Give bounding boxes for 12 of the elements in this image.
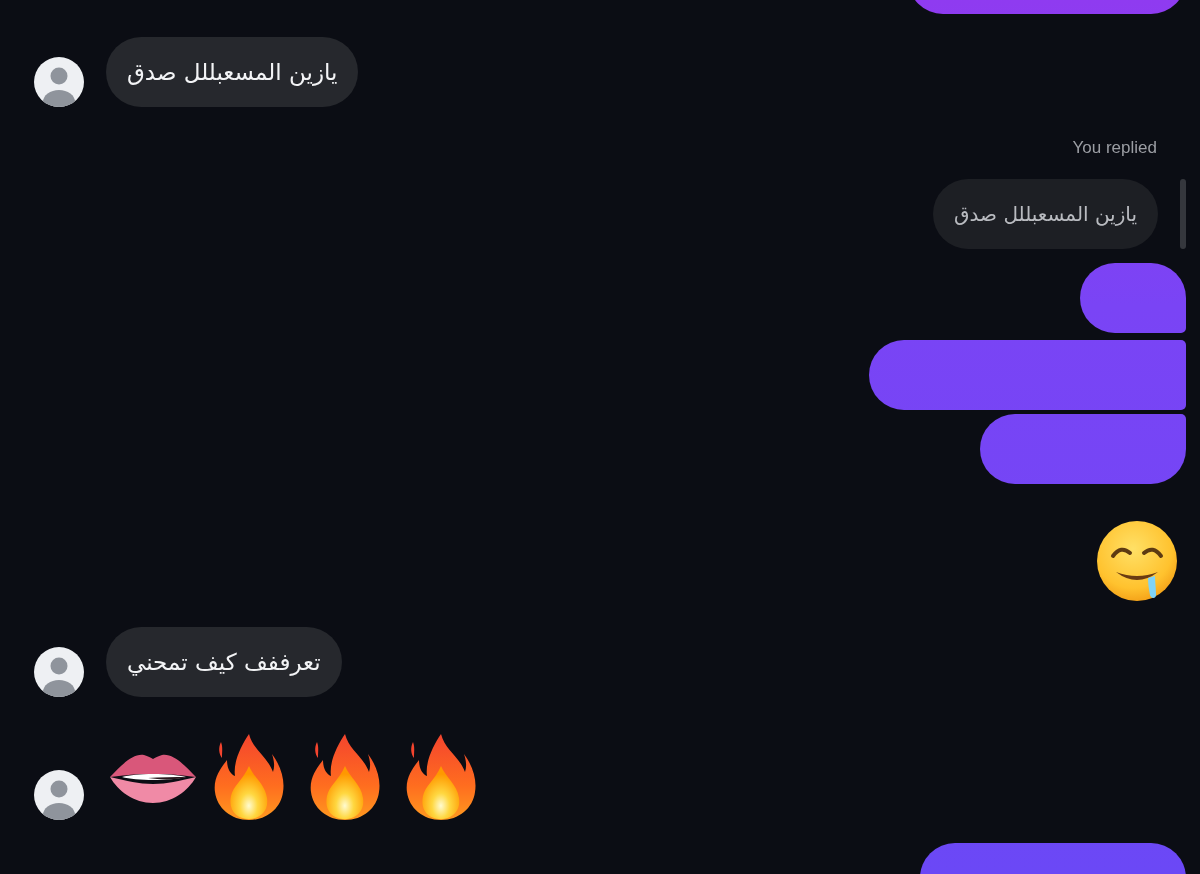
message-bubble: يازين المسعبللل صدق bbox=[106, 37, 359, 107]
quoted-message[interactable]: يازين المسعبللل صدق bbox=[933, 179, 1158, 249]
reply-label: You replied bbox=[1072, 137, 1157, 159]
avatar-icon bbox=[34, 647, 84, 697]
avatar-icon bbox=[34, 770, 84, 820]
fire-icon bbox=[309, 732, 381, 820]
avatar-icon bbox=[34, 57, 84, 107]
fire-icon bbox=[405, 732, 477, 820]
drooling-face-icon bbox=[1096, 520, 1178, 602]
message-bubble: تعرففف كيف تمحني bbox=[106, 627, 342, 697]
fire-icon bbox=[213, 732, 285, 820]
quote-bar bbox=[1180, 179, 1186, 249]
